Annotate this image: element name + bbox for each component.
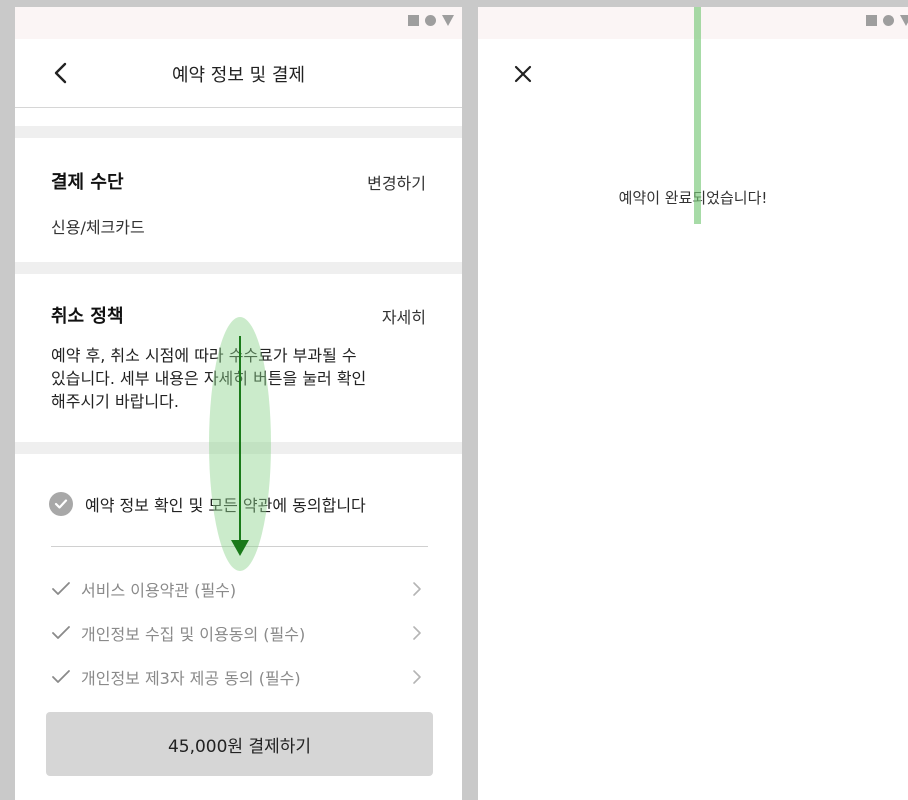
close-icon[interactable]: [512, 63, 534, 85]
section-divider: [15, 262, 462, 274]
term-label: 개인정보 수집 및 이용동의 (필수): [81, 625, 306, 644]
section-divider: [15, 126, 462, 138]
term-item-privacy-third-party[interactable]: 개인정보 제3자 제공 동의 (필수): [51, 664, 422, 690]
section-divider: [15, 442, 462, 454]
cancel-policy-detail-button[interactable]: 자세히: [382, 304, 426, 328]
back-triangle-icon: [900, 15, 908, 26]
agree-all-label: 예약 정보 확인 및 모든 약관에 동의합니다: [85, 496, 366, 515]
cancel-policy-title: 취소 정책: [51, 306, 124, 327]
payment-method-value: 신용/체크카드: [51, 218, 145, 237]
agree-all-checkbox[interactable]: 예약 정보 확인 및 모든 약관에 동의합니다: [49, 492, 366, 516]
status-bar: [15, 7, 462, 39]
term-item-privacy-collect[interactable]: 개인정보 수집 및 이용동의 (필수): [51, 620, 422, 646]
booking-complete-screen: 예약이 완료되었습니다!: [478, 7, 908, 800]
check-circle-icon: [49, 492, 73, 516]
status-bar: [478, 7, 908, 39]
term-item-service[interactable]: 서비스 이용약관 (필수): [51, 576, 422, 602]
chevron-right-icon: [413, 582, 421, 596]
term-label: 서비스 이용약관 (필수): [81, 581, 237, 600]
home-icon: [883, 15, 894, 26]
cancel-policy-section: 취소 정책 자세히 예약 후, 취소 시점에 따라 수수료가 부과될 수 있습니…: [15, 274, 462, 442]
payment-screen: 예약 정보 및 결제 결제 수단 변경하기 신용/체크카드 취소 정책 자세히 …: [15, 7, 462, 800]
chevron-right-icon: [413, 626, 421, 640]
page-title: 예약 정보 및 결제: [171, 65, 306, 86]
stop-icon: [408, 15, 419, 26]
checkmark-icon: [52, 670, 70, 683]
divider: [51, 546, 428, 547]
chevron-right-icon: [413, 670, 421, 684]
term-label: 개인정보 제3자 제공 동의 (필수): [81, 669, 301, 688]
change-payment-button[interactable]: 변경하기: [367, 170, 426, 194]
agreement-section: 예약 정보 확인 및 모든 약관에 동의합니다 서비스 이용약관 (필수) 개인…: [15, 454, 462, 800]
checkmark-icon: [52, 626, 70, 639]
cancel-policy-line: 해주시기 바랍니다.: [51, 392, 179, 411]
app-bar: 예약 정보 및 결제: [15, 39, 462, 108]
cancel-policy-line: 예약 후, 취소 시점에 따라 수수료가 부과될 수: [51, 346, 357, 365]
pay-button[interactable]: 45,000원 결제하기: [46, 712, 433, 776]
booking-complete-message: 예약이 완료되었습니다!: [618, 189, 768, 207]
tap-highlight-marker: [694, 7, 701, 224]
spacer: [15, 108, 462, 126]
cancel-policy-text: 예약 후, 취소 시점에 따라 수수료가 부과될 수 있습니다. 세부 내용은 …: [51, 344, 426, 413]
stop-icon: [866, 15, 877, 26]
home-icon: [425, 15, 436, 26]
checkmark-icon: [52, 582, 70, 595]
back-triangle-icon: [442, 15, 454, 26]
payment-method-title: 결제 수단: [51, 172, 124, 193]
cancel-policy-line: 있습니다. 세부 내용은 자세히 버튼을 눌러 확인: [51, 369, 367, 388]
payment-method-section: 결제 수단 변경하기 신용/체크카드: [15, 138, 462, 262]
